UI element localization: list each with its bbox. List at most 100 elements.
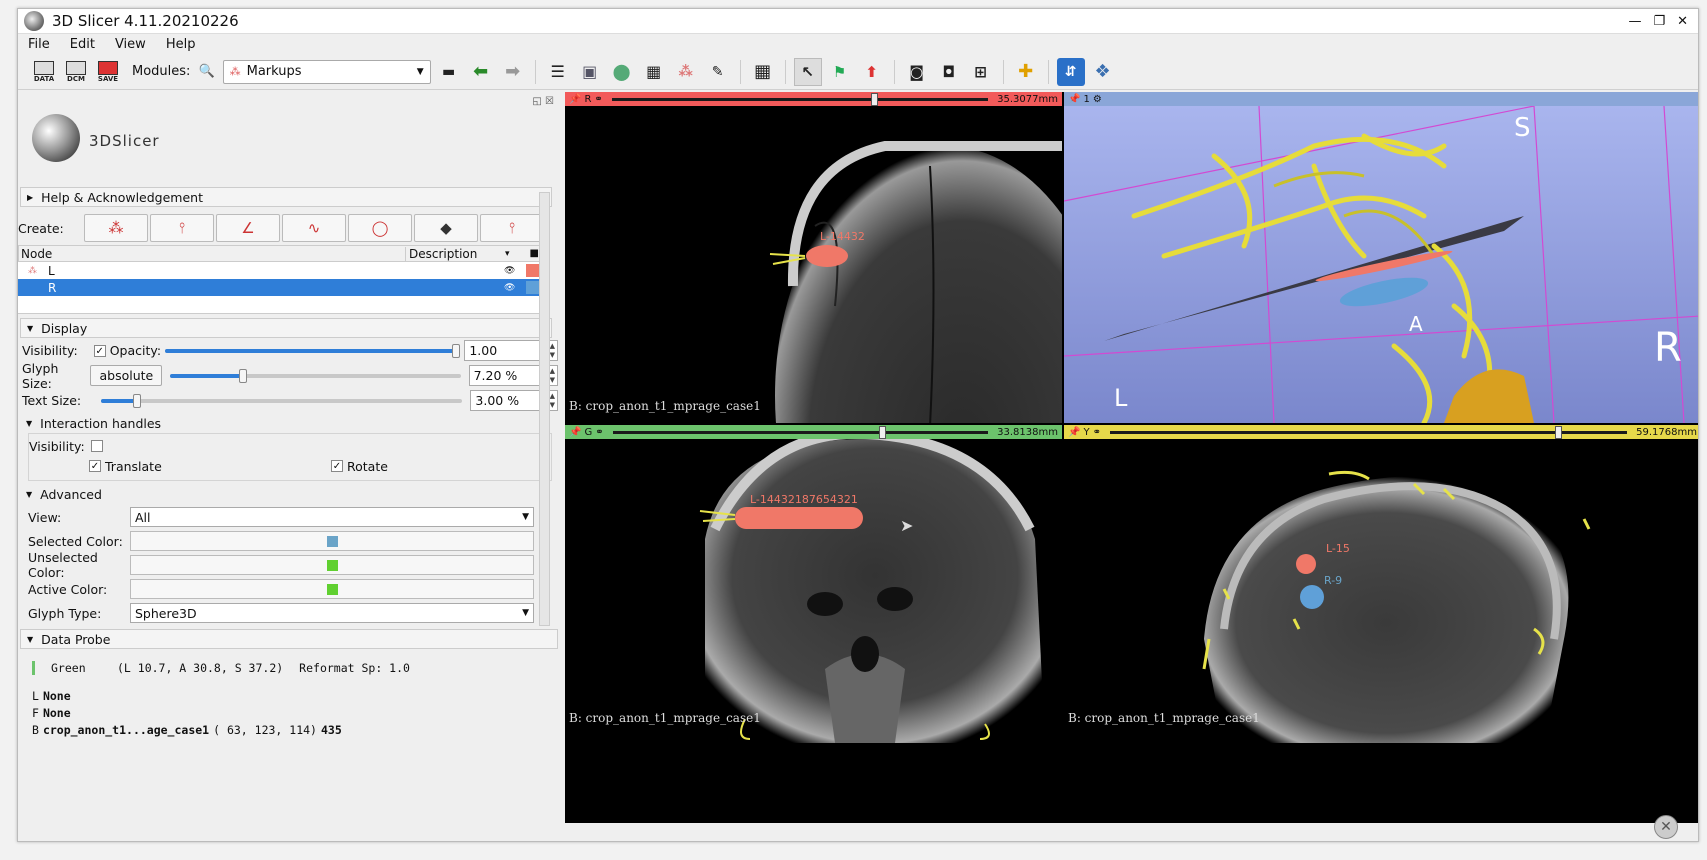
pin-icon[interactable]: 📌 [569, 94, 581, 105]
display-section-header[interactable]: ▼ Display [20, 318, 552, 338]
load-data-button[interactable]: DATA [30, 58, 58, 86]
svg-text:L: L [1114, 384, 1128, 412]
create-line-button[interactable]: ⫯ [150, 214, 214, 242]
interaction-handles-header[interactable]: ▼ Interaction handles [18, 413, 558, 433]
green-slice-view[interactable]: 📌 G ⚭ 33.8138mm L-14432187654321 ➤ B: cr… [565, 425, 1062, 743]
visibility-checkbox[interactable]: ✓ [93, 344, 106, 357]
save-button[interactable]: SAVE [94, 58, 122, 86]
chevron-right-icon: ▶ [27, 192, 34, 202]
close-circle-icon[interactable]: ✕ [1654, 815, 1678, 839]
create-fiducial-button[interactable]: ⁂ [84, 214, 148, 242]
active-color-button[interactable] [130, 579, 534, 599]
fiducial-line-marker[interactable] [735, 507, 863, 529]
module-panel-scrollbar[interactable] [539, 192, 550, 626]
fiducial-r-marker[interactable] [1300, 585, 1324, 609]
advanced-section-header[interactable]: ▼ Advanced [18, 483, 558, 505]
module-history-button[interactable]: ▬ [435, 58, 463, 86]
svg-text:S: S [1514, 113, 1531, 143]
module-panel: 3DSlicer ◱ ☒ ▶ Help & Acknowledgement Cr… [18, 92, 558, 841]
3d-render: S A L R [1064, 106, 1698, 423]
app-logo-icon [24, 11, 44, 31]
glyph-type-combo[interactable]: Sphere3D ▼ [130, 603, 534, 623]
node-column-header[interactable]: Node [19, 247, 405, 261]
menu-edit[interactable]: Edit [70, 37, 95, 52]
3d-view[interactable]: 📌 1 ⚙ S A L R [1064, 92, 1698, 423]
data-probe-header[interactable]: ▼ Data Probe [20, 629, 558, 649]
svg-text:A: A [1409, 312, 1423, 336]
forward-arrow-icon[interactable]: ➡ [499, 58, 527, 86]
minimize-button[interactable]: — [1628, 14, 1641, 29]
data-module-icon[interactable]: ☰ [544, 58, 572, 86]
green-offset-slider[interactable] [612, 425, 989, 439]
handles-visibility-checkbox[interactable] [90, 440, 103, 452]
table-row[interactable]: ⁂ L 👁 [18, 262, 544, 279]
view-combo[interactable]: All ▼ [130, 507, 534, 527]
menu-file[interactable]: File [28, 37, 50, 52]
create-plane-button[interactable]: ◆ [414, 214, 478, 242]
chevron-down-icon: ▼ [27, 323, 34, 333]
opacity-slider[interactable] [165, 343, 461, 358]
module-search-icon[interactable]: 🔍 [198, 64, 214, 79]
red-offset-slider[interactable] [611, 92, 989, 106]
pin-icon[interactable]: 📌 [1068, 427, 1080, 438]
volumes-icon[interactable]: ▣ [576, 58, 604, 86]
dicom-icon [66, 60, 86, 75]
place-markup-icon[interactable]: ⚑ [826, 58, 854, 86]
unselected-color-button[interactable] [130, 555, 534, 575]
menu-view[interactable]: View [115, 37, 146, 52]
back-arrow-icon[interactable]: ⬅ [467, 58, 495, 86]
create-roi-button[interactable]: ⫯ [480, 214, 544, 242]
eye-icon[interactable]: 👁 [504, 283, 515, 293]
green-slice-controller: 📌 G ⚭ 33.8138mm [565, 425, 1062, 439]
selected-color-button[interactable] [130, 531, 534, 551]
node-color-swatch[interactable] [526, 281, 540, 294]
text-size-slider[interactable] [100, 393, 463, 408]
python-console-icon[interactable]: ❖ [1089, 58, 1117, 86]
screenshot-icon[interactable]: ◙ [903, 58, 931, 86]
menu-help[interactable]: Help [166, 37, 196, 52]
fiducial-l-marker[interactable] [1296, 554, 1316, 574]
visibility-column-icon: ▾ [505, 248, 510, 259]
extension-manager-icon[interactable]: ⇵ [1056, 57, 1085, 86]
link-icon[interactable]: ⚭ [595, 427, 603, 438]
fiducial-marker[interactable] [806, 245, 848, 267]
yellow-offset-slider[interactable] [1109, 425, 1628, 439]
rotate-checkbox[interactable]: ✓ [331, 460, 343, 472]
select-cursor-icon[interactable]: ↖ [793, 57, 822, 86]
node-color-swatch[interactable] [526, 264, 540, 277]
place-fiducial-icon[interactable]: ⬆ [858, 58, 886, 86]
crosshair-icon[interactable]: ✚ [1012, 58, 1040, 86]
translate-checkbox[interactable]: ✓ [89, 460, 101, 472]
link-icon[interactable]: ⚭ [1093, 427, 1101, 438]
glyph-size-mode-button[interactable]: absolute [90, 365, 163, 386]
red-slice-view[interactable]: 📌 R ⚭ 35.3077mm L-14432 B: crop_anon_t1_… [565, 92, 1062, 423]
glyph-size-slider[interactable] [170, 368, 461, 383]
yellow-slice-view[interactable]: 📌 Y ⚭ 59.1768mm L-15 R-9 B: crop_anon_t1… [1064, 425, 1698, 743]
green-view-annotation: B: crop_anon_t1_mprage_case1 [569, 711, 761, 725]
table-row[interactable]: R 👁 [18, 279, 544, 296]
description-column-header[interactable]: Description [405, 246, 505, 261]
settings-icon[interactable]: ⚙ [1093, 94, 1102, 105]
create-angle-button[interactable]: ∠ [216, 214, 280, 242]
layout-icon[interactable]: ▦ [749, 58, 777, 86]
scene-view-icon[interactable]: ◘ [935, 58, 963, 86]
create-closed-curve-button[interactable]: ◯ [348, 214, 412, 242]
pin-icon[interactable]: 📌 [569, 427, 581, 438]
close-button[interactable]: ✕ [1677, 14, 1688, 29]
chevron-down-icon: ▼ [26, 418, 33, 428]
restore-view-icon[interactable]: ⊞ [967, 58, 995, 86]
markups-module-icon[interactable]: ⁂ [672, 58, 700, 86]
help-section-header[interactable]: ▶ Help & Acknowledgement [20, 187, 552, 207]
segment-editor-icon[interactable]: ✎ [704, 58, 732, 86]
main-toolbar: DATA DCM SAVE Modules: 🔍 ⁂ Markups ▼ ▬ ⬅… [18, 54, 1698, 90]
dicom-button[interactable]: DCM [62, 58, 90, 86]
link-icon[interactable]: ⚭ [594, 94, 602, 105]
transforms-icon[interactable]: ▦ [640, 58, 668, 86]
panel-dock-buttons[interactable]: ◱ ☒ [532, 96, 554, 107]
pin-icon[interactable]: 📌 [1068, 94, 1080, 105]
models-icon[interactable]: ⬤ [608, 58, 636, 86]
create-curve-button[interactable]: ∿ [282, 214, 346, 242]
maximize-button[interactable]: ❐ [1653, 14, 1665, 29]
eye-icon[interactable]: 👁 [504, 266, 515, 276]
module-selector[interactable]: ⁂ Markups ▼ [222, 59, 431, 84]
